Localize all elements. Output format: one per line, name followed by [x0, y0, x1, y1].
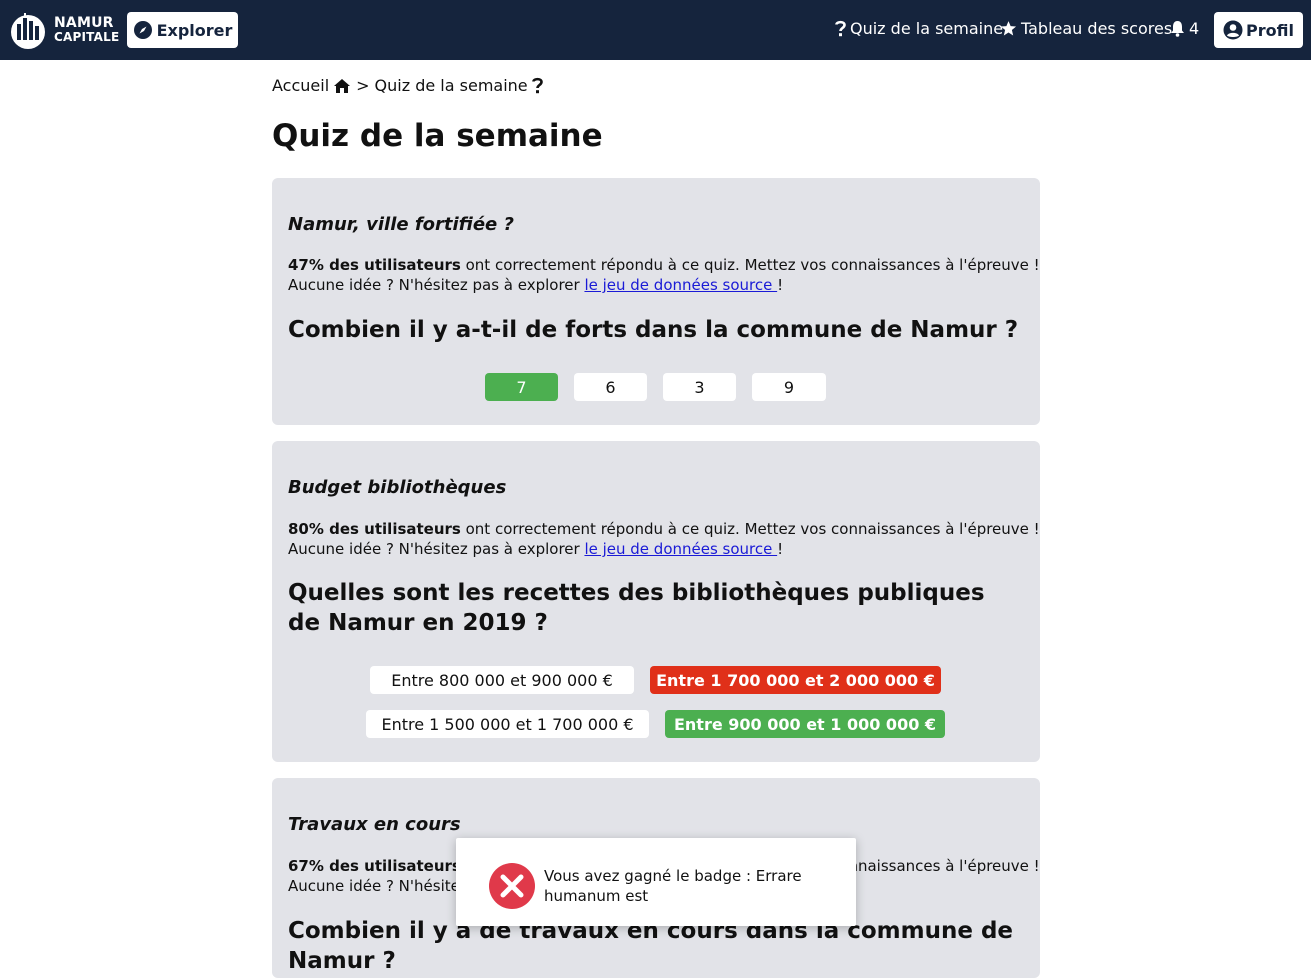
stat-text: ont correctement répondu à ce quiz. Mett… — [460, 520, 1040, 538]
home-icon[interactable] — [333, 78, 351, 94]
namur-logo-icon — [11, 13, 45, 49]
answer-button-correct[interactable]: Entre 900 000 et 1 000 000 € — [665, 710, 945, 738]
nav-quiz-label: Quiz de la semaine — [850, 19, 1004, 38]
quiz-question: Quelles sont les recettes des bibliothèq… — [288, 580, 985, 636]
hint-suffix: ! — [777, 276, 784, 294]
source-dataset-link[interactable]: le jeu de données source — [584, 276, 777, 294]
star-icon — [1000, 20, 1017, 37]
question-mark-icon — [835, 20, 846, 37]
explore-label: Explorer — [156, 20, 233, 40]
logo-text: NAMUR CAPITALE — [54, 16, 119, 44]
answer-button[interactable]: Entre 1 500 000 et 1 700 000 € — [366, 710, 649, 738]
stat-percentage: 67% des utilisateurs — [288, 857, 461, 875]
notifications-count: 4 — [1189, 19, 1200, 38]
quiz-question: Combien il y a-t-il de forts dans la com… — [288, 317, 1019, 343]
quiz-name: Budget bibliothèques — [288, 477, 507, 498]
logo-line1: NAMUR — [54, 15, 114, 31]
profile-button[interactable]: Profil — [1214, 12, 1303, 48]
page-title: Quiz de la semaine — [272, 118, 603, 154]
user-circle-icon — [1223, 20, 1243, 40]
answer-button[interactable]: 3 — [663, 373, 736, 401]
quiz-name: Travaux en cours — [288, 814, 461, 835]
profile-label: Profil — [1246, 20, 1294, 40]
nav-scores-label: Tableau des scores — [1021, 19, 1173, 38]
breadcrumb-current: Quiz de la semaine — [374, 76, 528, 95]
compass-icon — [133, 21, 152, 39]
quiz-name: Namur, ville fortifiée ? — [288, 214, 514, 235]
hint-text: Aucune idée ? N'hésitez pas à explorer — [288, 276, 585, 294]
question-mark-icon — [531, 77, 543, 94]
stat-percentage: 80% des utilisateurs — [288, 520, 461, 538]
source-dataset-link[interactable]: le jeu de données source — [584, 540, 777, 558]
answer-button[interactable]: Entre 800 000 et 900 000 € — [370, 666, 634, 694]
stat-text: ont correctement répondu à ce quiz. Mett… — [460, 256, 1040, 274]
quiz-stats: 47% des utilisateurs ont correctement ré… — [288, 255, 1040, 295]
answer-button[interactable]: 6 — [574, 373, 647, 401]
nav-scores-link[interactable]: Tableau des scores — [1000, 19, 1172, 38]
top-navbar: NAMUR CAPITALE Explorer Quiz de la semai… — [0, 0, 1311, 60]
answer-button-correct[interactable]: 7 — [485, 373, 558, 401]
quiz-card: Namur, ville fortifiée ? 47% des utilisa… — [272, 178, 1040, 425]
stat-percentage: 47% des utilisateurs — [288, 256, 461, 274]
breadcrumb-separator: > — [356, 76, 370, 95]
breadcrumb: Accueil > Quiz de la semaine — [272, 76, 543, 95]
answer-button[interactable]: 9 — [752, 373, 826, 401]
nav-quiz-link[interactable]: Quiz de la semaine — [835, 19, 1003, 38]
toast-message: Vous avez gagné le badge : Errare humanu… — [544, 867, 802, 905]
explore-button[interactable]: Explorer — [127, 12, 238, 48]
breadcrumb-home[interactable]: Accueil — [272, 76, 329, 95]
error-x-icon — [489, 863, 535, 909]
hint-text: Aucune idée ? N'hésitez pas à explorer — [288, 540, 585, 558]
quiz-card: Budget bibliothèques 80% des utilisateur… — [272, 441, 1040, 762]
namur-capitale-logo[interactable]: NAMUR CAPITALE — [8, 10, 119, 50]
hint-suffix: ! — [777, 540, 784, 558]
notifications-button[interactable]: 4 — [1170, 19, 1199, 38]
logo-line2: CAPITALE — [54, 30, 120, 44]
quiz-stats: 80% des utilisateurs ont correctement ré… — [288, 519, 1040, 559]
answer-button-wrong[interactable]: Entre 1 700 000 et 2 000 000 € — [650, 666, 941, 694]
bell-icon — [1170, 20, 1185, 37]
badge-toast-notification[interactable]: Vous avez gagné le badge : Errare humanu… — [456, 838, 856, 926]
